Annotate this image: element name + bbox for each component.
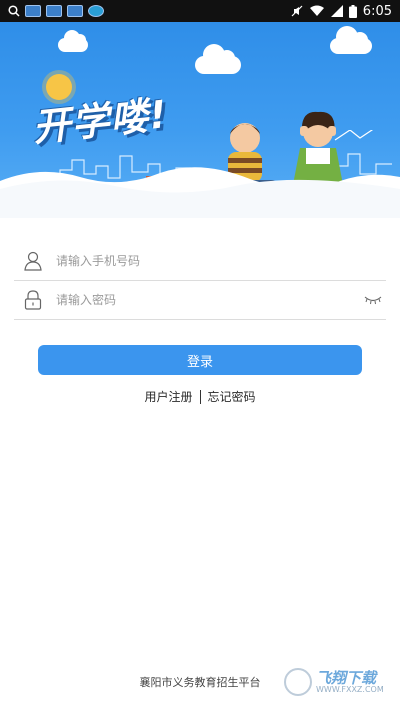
password-input[interactable] [54, 292, 364, 308]
banner-wave [0, 167, 400, 218]
app-icon [46, 5, 62, 17]
auth-links: 用户注册 忘记密码 [0, 388, 400, 405]
forgot-password-link[interactable]: 忘记密码 [208, 388, 256, 405]
cloud [195, 44, 241, 74]
eye-closed-icon[interactable] [364, 294, 382, 306]
watermark: 飞翔下载 WWW.FXXZ.COM [284, 668, 384, 696]
link-divider [199, 389, 201, 404]
search-icon [8, 5, 20, 17]
signal-icon [330, 5, 343, 17]
wifi-icon [309, 5, 324, 16]
app-icon [67, 5, 83, 17]
phone-input[interactable] [54, 253, 386, 269]
app-round-icon [88, 5, 104, 17]
login-button[interactable]: 登录 [38, 345, 362, 375]
status-bar-right: 6:05 [291, 4, 400, 19]
status-bar: 6:05 [0, 0, 400, 22]
lock-icon [22, 289, 44, 311]
clock: 6:05 [362, 3, 392, 19]
cloud [330, 26, 372, 54]
battery-icon [348, 4, 357, 18]
watermark-url: WWW.FXXZ.COM [316, 684, 384, 694]
app-icon [25, 5, 41, 17]
watermark-name: 飞翔下载 [316, 668, 377, 687]
watermark-logo-icon [284, 668, 312, 696]
password-field [14, 281, 386, 320]
register-link[interactable]: 用户注册 [144, 388, 192, 405]
mute-icon [291, 5, 303, 17]
banner: 开学喽! [0, 22, 400, 218]
user-icon [22, 250, 44, 272]
watermark-text-group: 飞翔下载 WWW.FXXZ.COM [316, 668, 384, 694]
status-bar-left [0, 5, 104, 17]
cloud [58, 30, 88, 52]
phone-field [14, 242, 386, 281]
